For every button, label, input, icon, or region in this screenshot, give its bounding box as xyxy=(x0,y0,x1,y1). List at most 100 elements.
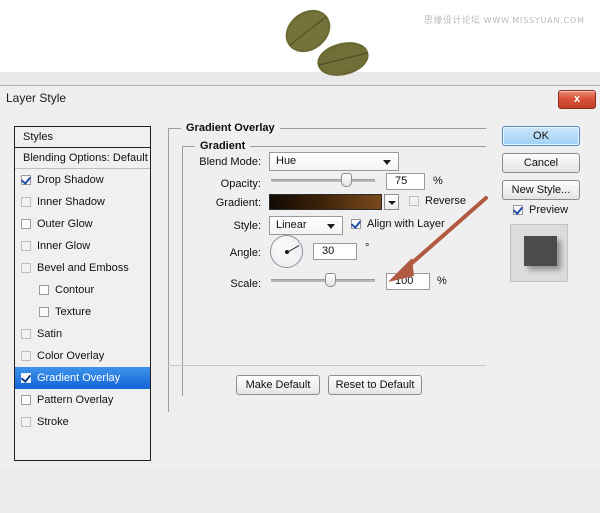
sidebar-item-stroke[interactable]: Stroke xyxy=(15,411,150,433)
style-item-label: Drop Shadow xyxy=(37,174,104,186)
sidebar-item-contour[interactable]: Contour xyxy=(15,279,150,301)
scale-slider-track xyxy=(271,279,375,282)
sidebar-item-blending-options[interactable]: Blending Options: Default xyxy=(15,148,150,169)
sidebar-item-gradient-overlay[interactable]: Gradient Overlay xyxy=(15,367,150,389)
style-checkbox[interactable] xyxy=(21,351,31,361)
scale-slider-thumb[interactable] xyxy=(324,273,336,287)
style-value: Linear xyxy=(276,219,307,231)
style-item-label: Color Overlay xyxy=(37,350,105,362)
gradient-overlay-group-title: Gradient Overlay xyxy=(181,122,280,134)
angle-dial-hub xyxy=(284,249,289,254)
style-item-label: Stroke xyxy=(37,416,69,428)
style-checkbox[interactable] xyxy=(21,175,31,185)
opacity-unit: % xyxy=(433,175,443,187)
opacity-slider[interactable] xyxy=(271,173,375,187)
styles-item-list: Drop Shadow Inner Shadow Outer Glow Inner G… xyxy=(15,169,150,433)
new-style-button[interactable]: New Style... xyxy=(502,180,580,200)
opacity-value-field[interactable]: 75 xyxy=(386,173,425,190)
opacity-slider-thumb[interactable] xyxy=(340,173,352,187)
sidebar-item-outer-glow[interactable]: Outer Glow xyxy=(15,213,150,235)
style-item-label: Inner Shadow xyxy=(37,196,105,208)
style-item-label: Texture xyxy=(55,306,92,318)
style-checkbox[interactable] xyxy=(21,197,31,207)
scale-slider[interactable] xyxy=(271,273,375,287)
watermark-en-text: WWW.MISSYUAN.COM xyxy=(483,16,585,25)
opacity-label: Opacity: xyxy=(220,178,261,190)
settings-divider xyxy=(168,365,486,366)
style-checkbox[interactable] xyxy=(21,241,31,251)
opacity-slider-track xyxy=(271,179,375,182)
screenshot-root: 思缘设计论坛 WWW.MISSYUAN.COM Layer Style x St… xyxy=(0,0,600,513)
scale-label: Scale: xyxy=(230,278,261,290)
preview-checkbox[interactable]: Preview xyxy=(513,204,568,216)
style-item-label: Inner Glow xyxy=(37,240,91,252)
sidebar-item-satin[interactable]: Satin xyxy=(15,323,150,345)
style-checkbox[interactable] xyxy=(21,263,31,273)
style-checkbox[interactable] xyxy=(21,219,31,229)
gradient-group-title: Gradient xyxy=(195,140,251,152)
sidebar-item-color-overlay[interactable]: Color Overlay xyxy=(15,345,150,367)
preview-label: Preview xyxy=(529,204,569,216)
gradient-label: Gradient: xyxy=(215,197,261,209)
style-checkbox[interactable] xyxy=(21,373,31,383)
sidebar-item-texture[interactable]: Texture xyxy=(15,301,150,323)
style-label: Style: xyxy=(233,220,261,232)
layer-style-dialog: Layer Style x Styles Blending Options: D… xyxy=(0,85,600,469)
gradient-preview-swatch[interactable] xyxy=(269,194,382,210)
preview-checkbox-box xyxy=(513,205,523,215)
gradient-groupbox: Gradient Blend Mode: Hue Opacity: 75 % G… xyxy=(182,140,486,396)
styles-list-panel: Styles Blending Options: Default Drop Sh… xyxy=(14,126,151,461)
align-with-layer-checkbox-box xyxy=(351,219,361,229)
close-icon[interactable]: x xyxy=(558,90,596,109)
angle-unit: ° xyxy=(365,242,370,254)
sidebar-item-pattern-overlay[interactable]: Pattern Overlay xyxy=(15,389,150,411)
dialog-title: Layer Style xyxy=(6,91,67,105)
cancel-button[interactable]: Cancel xyxy=(502,153,580,173)
blend-mode-select[interactable]: Hue xyxy=(269,152,399,171)
sidebar-item-drop-shadow[interactable]: Drop Shadow xyxy=(15,169,150,191)
image-canvas: 思缘设计论坛 WWW.MISSYUAN.COM xyxy=(0,0,600,85)
styles-list-header: Styles xyxy=(15,127,150,148)
style-checkbox[interactable] xyxy=(39,285,49,295)
style-item-label: Satin xyxy=(37,328,63,340)
gradient-preset-dropdown[interactable] xyxy=(384,194,399,210)
style-item-label: Outer Glow xyxy=(37,218,93,230)
gradient-preview-fill xyxy=(270,195,381,209)
angle-label: Angle: xyxy=(229,247,261,259)
reverse-checkbox[interactable]: Reverse xyxy=(409,195,466,207)
style-checkbox[interactable] xyxy=(21,329,31,339)
chevron-down-icon xyxy=(327,224,335,229)
scale-unit: % xyxy=(437,275,447,287)
reset-to-default-button[interactable]: Reset to Default xyxy=(328,375,422,395)
style-item-label: Gradient Overlay xyxy=(37,372,121,384)
angle-value-field[interactable]: 30 xyxy=(313,243,357,260)
preview-thumbnail-shape xyxy=(524,236,557,266)
leaf-shape-2 xyxy=(317,42,369,76)
style-checkbox[interactable] xyxy=(21,417,31,427)
sidebar-item-inner-shadow[interactable]: Inner Shadow xyxy=(15,191,150,213)
align-with-layer-checkbox[interactable]: Align with Layer xyxy=(351,218,445,230)
reverse-checkbox-box xyxy=(409,196,419,206)
sidebar-item-bevel-and-emboss[interactable]: Bevel and Emboss xyxy=(15,257,150,279)
align-with-layer-label: Align with Layer xyxy=(367,218,445,230)
preview-thumbnail xyxy=(510,224,568,282)
style-select[interactable]: Linear xyxy=(269,216,343,235)
scale-value-field[interactable]: 100 xyxy=(386,273,430,290)
gradient-overlay-settings: Gradient Overlay Gradient Blend Mode: Hu… xyxy=(168,122,488,412)
canvas-bottom-strip xyxy=(0,72,600,85)
reverse-label: Reverse xyxy=(425,195,466,207)
make-default-button[interactable]: Make Default xyxy=(236,375,320,395)
style-checkbox[interactable] xyxy=(21,395,31,405)
page-bottom-area: PS 爱好者 WWW.SAL.CN UiBQ.COM xyxy=(0,468,600,513)
sidebar-item-inner-glow[interactable]: Inner Glow xyxy=(15,235,150,257)
angle-dial[interactable] xyxy=(270,235,303,268)
style-item-label: Bevel and Emboss xyxy=(37,262,129,274)
ok-button[interactable]: OK xyxy=(502,126,580,146)
style-item-label: Contour xyxy=(55,284,95,296)
blend-mode-label: Blend Mode: xyxy=(199,156,261,168)
style-item-label: Pattern Overlay xyxy=(37,394,114,406)
chevron-down-icon xyxy=(388,201,396,205)
style-checkbox[interactable] xyxy=(39,307,49,317)
dialog-titlebar[interactable]: Layer Style x xyxy=(0,86,600,112)
blend-mode-value: Hue xyxy=(276,155,297,167)
